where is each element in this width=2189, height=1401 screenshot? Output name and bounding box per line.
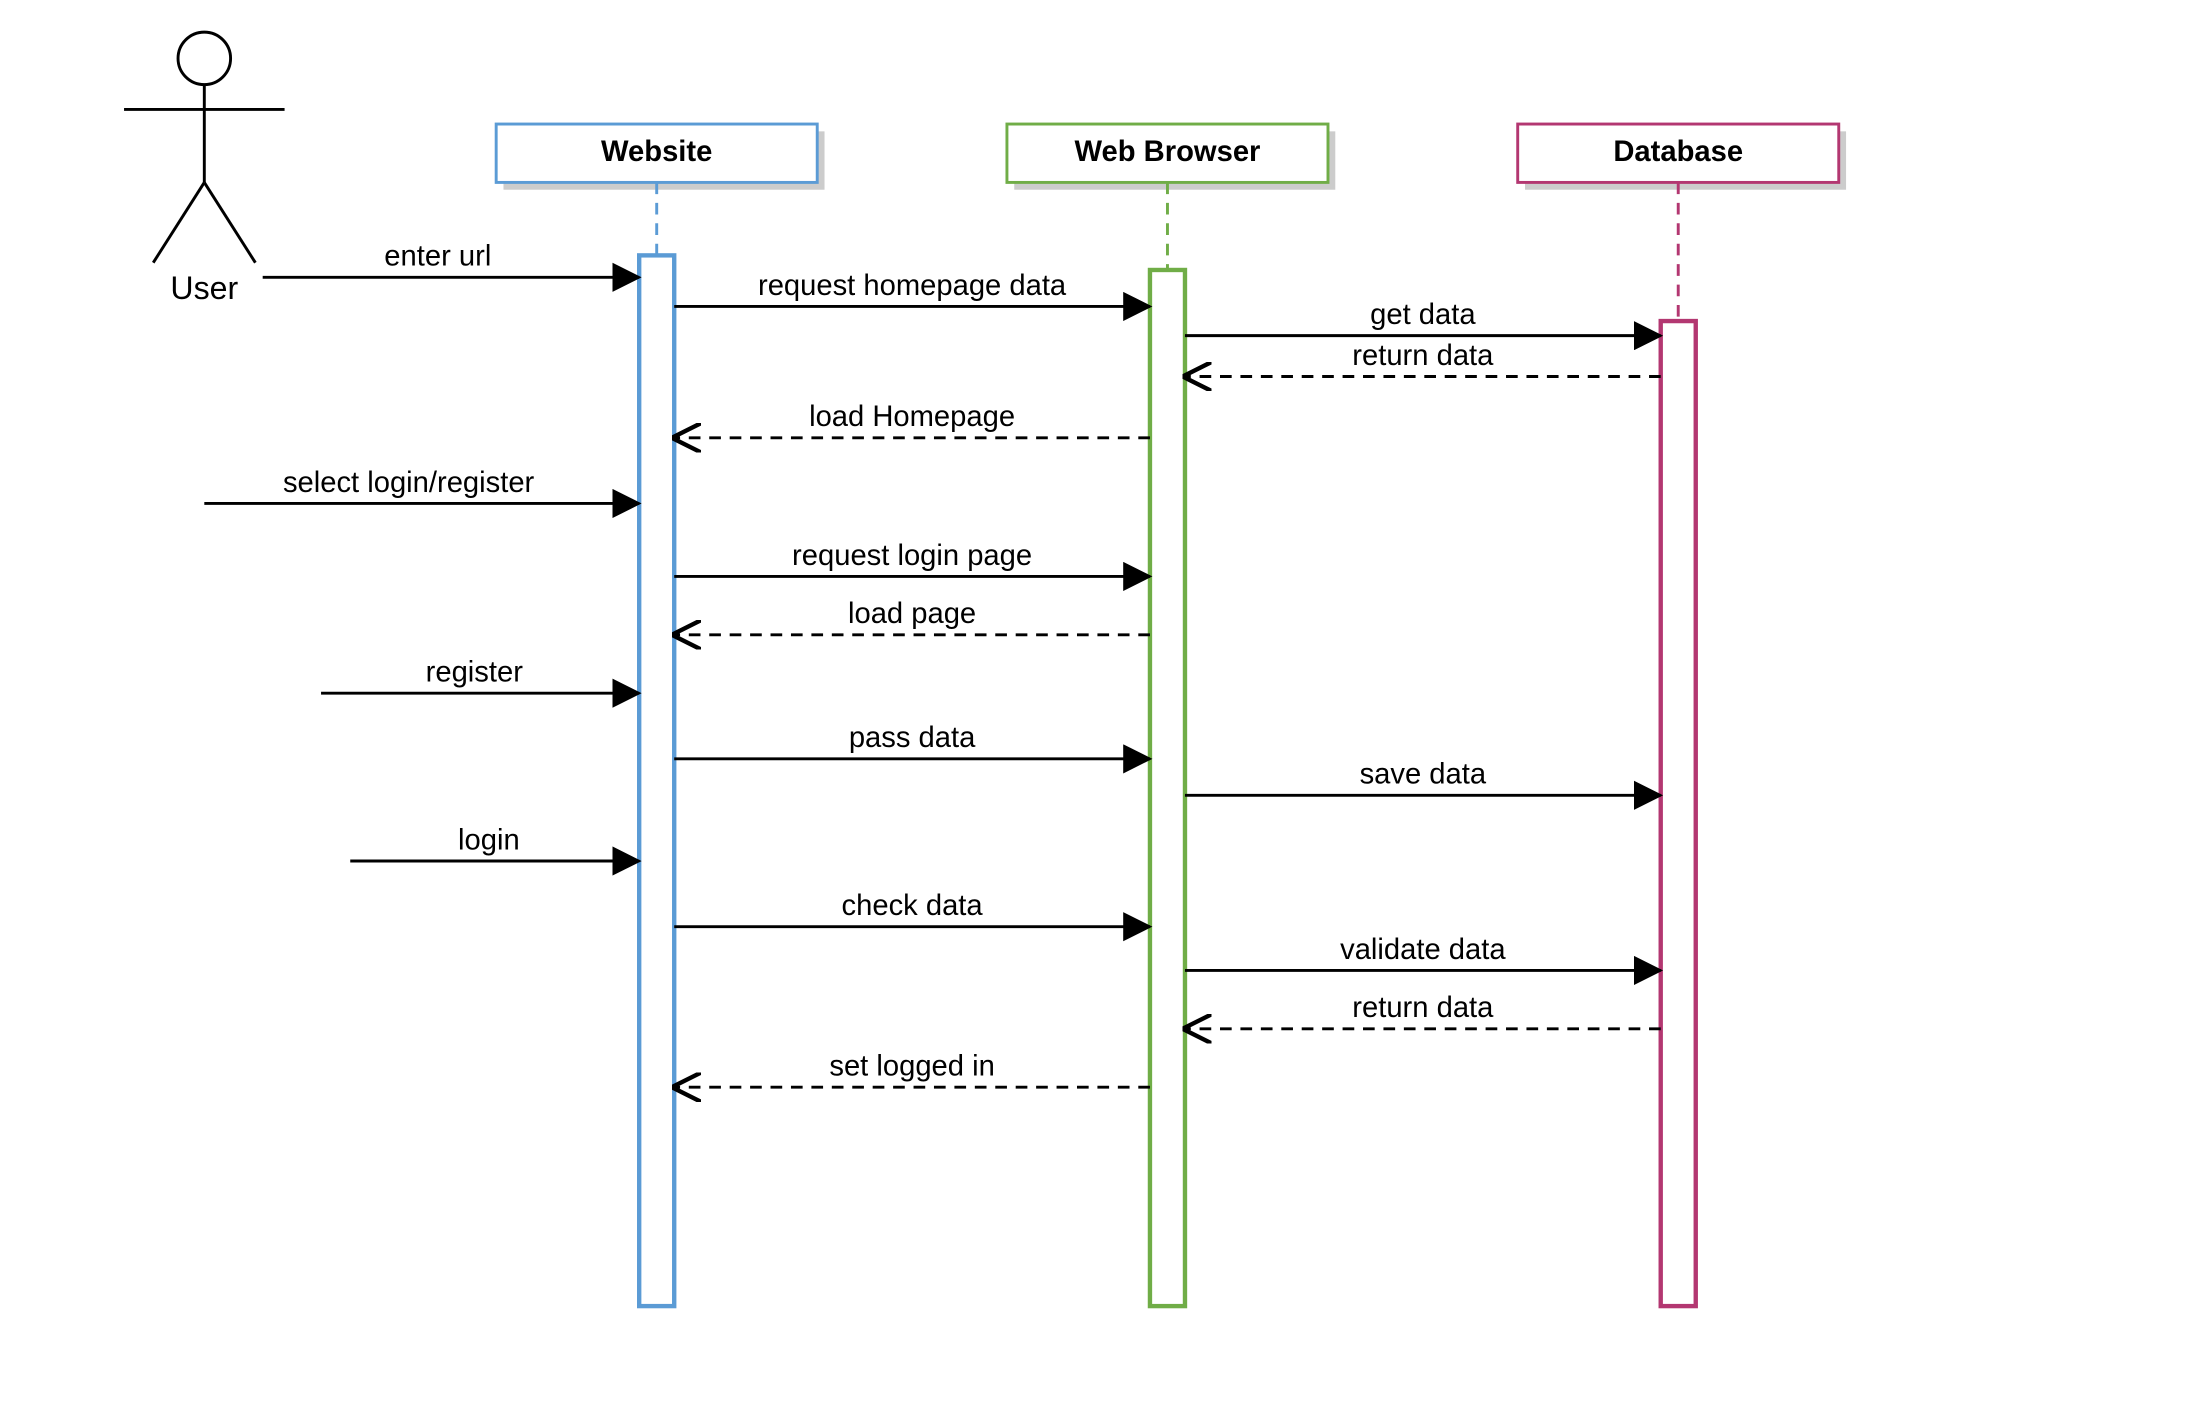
msg-select-login: select login/register (204, 467, 639, 504)
actor-label: User (170, 270, 238, 306)
svg-text:load page: load page (848, 598, 976, 630)
activation-browser (1150, 270, 1185, 1306)
svg-text:check data: check data (842, 890, 984, 922)
lifeline-database-label: Database (1613, 136, 1743, 168)
svg-text:register: register (426, 657, 524, 689)
msg-check-data: check data (674, 890, 1150, 927)
sequence-diagram: User Website Web Browser Database enter … (0, 0, 2189, 1401)
msg-register: register (321, 657, 639, 694)
msg-pass-data: pass data (674, 722, 1150, 759)
svg-text:select login/register: select login/register (283, 467, 535, 499)
msg-enter-url: enter url (263, 241, 640, 278)
svg-text:get data: get data (1370, 299, 1476, 331)
svg-text:load Homepage: load Homepage (809, 401, 1015, 433)
svg-text:validate data: validate data (1340, 934, 1506, 966)
svg-text:save data: save data (1360, 759, 1487, 791)
activation-website (639, 255, 674, 1306)
msg-return-data-2: return data (1185, 992, 1661, 1029)
lifeline-browser-label: Web Browser (1075, 136, 1261, 168)
msg-get-data: get data (1185, 299, 1661, 336)
svg-text:pass data: pass data (849, 722, 976, 754)
svg-text:login: login (458, 824, 520, 856)
svg-text:request login page: request login page (792, 540, 1032, 572)
svg-text:enter url: enter url (384, 241, 491, 273)
svg-text:set logged in: set logged in (829, 1051, 994, 1083)
msg-set-logged-in: set logged in (674, 1051, 1150, 1088)
msg-login: login (350, 824, 639, 861)
msg-save-data: save data (1185, 759, 1661, 796)
msg-request-homepage: request homepage data (674, 270, 1150, 307)
msg-return-data-1: return data (1185, 340, 1661, 377)
activation-database (1661, 321, 1696, 1306)
lifeline-database: Database (1518, 124, 1846, 1306)
actor-user: User (124, 32, 285, 306)
msg-validate-data: validate data (1185, 934, 1661, 971)
msg-load-page: load page (674, 598, 1150, 635)
lifeline-website-label: Website (601, 136, 712, 168)
svg-text:request homepage data: request homepage data (758, 270, 1067, 302)
svg-text:return data: return data (1352, 340, 1494, 372)
svg-text:return data: return data (1352, 992, 1494, 1024)
msg-load-homepage: load Homepage (674, 401, 1150, 438)
msg-request-login: request login page (674, 540, 1150, 577)
